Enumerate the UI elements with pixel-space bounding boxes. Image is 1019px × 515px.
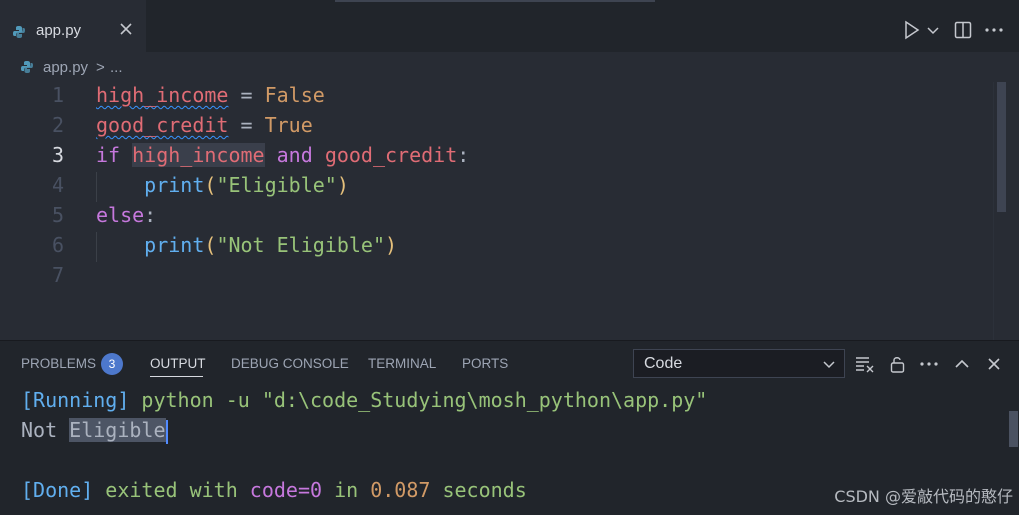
code-line[interactable]: 3 if high_income and good_credit: xyxy=(0,140,1006,170)
breadcrumb-separator: > xyxy=(96,59,105,76)
done-tag: [Done] xyxy=(21,478,94,502)
line-number: 5 xyxy=(51,203,64,227)
code-line[interactable]: 5 else: xyxy=(0,200,1006,230)
token: and xyxy=(276,143,313,167)
output-line: [Running] python -u "d:\code_Studying\mo… xyxy=(21,385,707,415)
clear-output-icon[interactable] xyxy=(855,355,875,376)
watermark: CSDN @爱敲代码的憨仔 xyxy=(834,487,1013,506)
token: "Eligible" xyxy=(216,173,337,197)
maximize-panel-icon[interactable] xyxy=(953,355,971,376)
tab-scrollbar[interactable] xyxy=(335,0,655,2)
elapsed-time: 0.087 xyxy=(370,478,431,502)
breadcrumb-file[interactable]: app.py xyxy=(43,59,88,76)
code-editor[interactable]: 1 high_income = False 2 good_credit = Tr… xyxy=(0,82,1006,340)
tab-ports[interactable]: PORTS xyxy=(462,356,508,371)
token: ) xyxy=(336,173,349,197)
token: high_income xyxy=(96,83,229,107)
token: good_credit xyxy=(96,113,229,137)
code-line[interactable]: 6 print("Not Eligible") xyxy=(0,230,1006,260)
token: False xyxy=(264,83,325,107)
program-output: Not xyxy=(21,418,70,442)
output-channel-select[interactable]: Code xyxy=(633,349,845,378)
token: True xyxy=(264,113,313,137)
run-command: python -u "d:\code_Studying\mosh_python\… xyxy=(129,388,708,412)
token: high_income xyxy=(132,143,265,167)
line-number: 3 xyxy=(51,143,64,167)
editor-scrollbar[interactable] xyxy=(993,82,1006,340)
lock-scroll-icon[interactable] xyxy=(889,355,907,376)
token: exited with xyxy=(93,478,250,502)
breadcrumb-symbols[interactable]: ... xyxy=(110,59,123,76)
line-number: 4 xyxy=(51,173,64,197)
problems-count-badge: 3 xyxy=(101,353,123,375)
breadcrumb: app.py > ... xyxy=(0,52,1006,82)
line-number: 1 xyxy=(51,83,64,107)
token: "Not Eligible" xyxy=(216,233,386,257)
chevron-down-icon[interactable] xyxy=(926,22,940,41)
tab-label: app.py xyxy=(36,22,82,39)
editor-tab-bar: app.py xyxy=(0,0,1019,52)
scrollbar-thumb[interactable] xyxy=(1009,411,1018,447)
line-number: 6 xyxy=(51,233,64,257)
panel-tab-bar: PROBLEMS 3 OUTPUT DEBUG CONSOLE TERMINAL… xyxy=(0,341,1019,385)
tab-app-py[interactable]: app.py xyxy=(0,0,146,52)
token: print xyxy=(144,233,205,257)
output-line: Not Eligible xyxy=(21,415,168,445)
token: : xyxy=(144,203,157,227)
run-icon[interactable] xyxy=(903,20,921,44)
tab-debug-console[interactable]: DEBUG CONSOLE xyxy=(231,356,349,371)
code-line[interactable]: 4 print("Eligible") xyxy=(0,170,1006,200)
more-actions-icon[interactable] xyxy=(984,22,1004,42)
line-content[interactable]: if high_income and good_credit: xyxy=(96,140,469,170)
token: if xyxy=(96,143,121,167)
running-tag: [Running] xyxy=(21,388,130,412)
line-number: 7 xyxy=(51,263,64,287)
token: print xyxy=(144,173,205,197)
active-tab-indicator xyxy=(150,376,203,377)
chevron-down-icon xyxy=(822,357,836,376)
exit-code: code=0 xyxy=(249,478,323,502)
line-content[interactable]: print("Eligible") xyxy=(96,170,349,200)
token: : xyxy=(457,143,470,167)
token: ( xyxy=(204,233,217,257)
tab-output[interactable]: OUTPUT xyxy=(150,356,206,371)
token: = xyxy=(228,83,265,107)
python-file-icon xyxy=(12,24,26,43)
tab-problems[interactable]: PROBLEMS xyxy=(21,356,96,371)
more-actions-icon[interactable] xyxy=(919,357,939,374)
line-content[interactable]: else: xyxy=(96,200,156,230)
line-content[interactable]: print("Not Eligible") xyxy=(96,230,397,260)
line-number: 2 xyxy=(51,113,64,137)
tab-terminal[interactable]: TERMINAL xyxy=(368,356,436,371)
text-cursor xyxy=(165,419,168,444)
token: good_credit xyxy=(324,143,458,167)
output-line: [Done] exited with code=0 in 0.087 secon… xyxy=(21,475,527,505)
output-channel-value: Code xyxy=(644,355,683,372)
token: ( xyxy=(204,173,217,197)
token: else xyxy=(96,203,145,227)
python-file-icon xyxy=(20,60,34,78)
token: ) xyxy=(385,233,398,257)
line-content[interactable]: good_credit = True xyxy=(96,110,313,140)
split-editor-icon[interactable] xyxy=(953,20,973,44)
code-line[interactable]: 7 xyxy=(0,260,1006,290)
selected-text: Eligible xyxy=(69,418,166,442)
token: seconds xyxy=(430,478,527,502)
code-line[interactable]: 1 high_income = False xyxy=(0,80,1006,110)
scrollbar-thumb[interactable] xyxy=(997,82,1006,212)
token: in xyxy=(322,478,371,502)
line-content[interactable]: high_income = False xyxy=(96,80,325,110)
code-line[interactable]: 2 good_credit = True xyxy=(0,110,1006,140)
close-icon[interactable] xyxy=(985,355,1003,376)
close-icon[interactable] xyxy=(117,20,135,38)
token: = xyxy=(228,113,265,137)
